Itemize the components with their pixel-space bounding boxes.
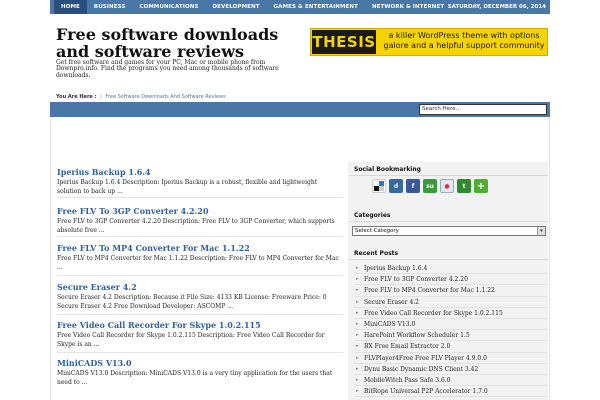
post-divider [57,314,343,315]
facebook-icon[interactable]: f [406,179,420,193]
bullet-icon: ▸ [356,276,359,283]
recent-post-item[interactable]: ▸ FLVPlayer4Free Free FLV Player 4.9.0.0 [354,353,546,364]
post-excerpt: Free FLV to MP4 Converter for Mac 1.1.22… [57,255,339,271]
social-bookmarking-heading: Social Bookmarking [354,166,421,173]
recent-posts-list: ▸ Iperius Backup 1.6.4 ▸ Free FLV to 3GP C… [354,263,546,398]
recent-posts-heading: Recent Posts [354,250,399,257]
recent-post-item[interactable]: ▸ Free FLV to 3GP Converter 4.2.20 [354,274,546,286]
sidebar-divider [350,221,548,222]
post-divider [57,275,343,276]
bullet-icon: ▸ [356,309,359,316]
recent-post-link[interactable]: Free FLV to 3GP Converter 4.2.20 [364,276,468,283]
post-title[interactable]: MiniCADS V13.0 [57,358,343,368]
post-title[interactable]: Free FLV To MP4 Converter For Mac 1.1.22 [57,243,343,253]
post-title[interactable]: Secure Eraser 4.2 [57,282,343,292]
recent-post-link[interactable]: Free Video Call Recorder for Skype 1.0.2… [364,310,503,317]
post-divider [57,236,343,237]
post-item: MiniCADS V13.0 MiniCADS V13.0 Descriptio… [57,358,343,387]
search-input[interactable]: Search Here... [419,104,547,115]
post-excerpt: Secure Eraser 4.2 Description: Because i… [57,294,327,310]
post-excerpt: MiniCADS V13.0 Description: MiniCADS V13… [57,370,333,386]
bullet-icon: ▸ [356,343,359,350]
bullet-icon: ▸ [356,388,359,395]
social-icons-row: d f su ● t + [372,179,491,193]
nav-games-entertainment[interactable]: GAMES & ENTERTAINMENT [267,0,365,14]
recent-post-link[interactable]: FLVPlayer4Free Free FLV Player 4.9.0.0 [364,355,487,362]
nav-development[interactable]: DEVELOPMENT [206,0,267,14]
post-item: Iperius Backup 1.6.4 Iperius Backup 1.6.… [57,167,343,196]
recent-post-link[interactable]: Dynu Basic Dynamic DNS Client 3.42 [364,366,478,373]
post-item: Free FLV To 3GP Converter 4.2.20 Free FL… [57,206,343,235]
recent-post-link[interactable]: BX Free Email Extractor 2.0 [364,343,450,350]
recent-post-item[interactable]: ▸ Free FLV to MP4 Converter for Mac 1.1.2… [354,285,546,297]
search-bar: Search Here... [50,102,550,117]
sidebar-divider [350,259,548,260]
recent-post-item[interactable]: ▸ MiniCADS V13.0 [354,319,546,331]
delicious-icon[interactable] [372,179,386,193]
bullet-icon: ▸ [356,265,359,271]
recent-post-link[interactable]: Free FLV to MP4 Converter for Mac 1.1.22 [364,287,495,294]
top-nav-bar: HOME BUSINESS COMMUNICATIONS DEVELOPMENT… [50,0,550,14]
banner-brand: THESIS [312,30,376,54]
recent-post-item[interactable]: ▸ HarePoint Workflow Scheduler 1.5 [354,330,546,342]
recent-post-item[interactable]: ▸ Iperius Backup 1.6.4 [354,263,546,275]
post-title[interactable]: Free FLV To 3GP Converter 4.2.20 [57,206,343,216]
thesis-banner-ad[interactable]: THESIS a killer WordPress theme with opt… [310,28,548,56]
breadcrumb-home-link[interactable]: Free Software Downloads And Software Rev… [105,94,225,100]
breadcrumb-label: You Are Here : [56,94,97,100]
bullet-icon: ▸ [356,320,359,327]
breadcrumb: You Are Here : | Free Software Downloads… [56,94,226,100]
banner-text: a killer WordPress theme with options ga… [383,31,545,50]
post-excerpt: Free FLV to 3GP Converter 4.2.20 Descrip… [57,218,335,234]
recent-post-link[interactable]: MiniCADS V13.0 [364,321,415,328]
category-select[interactable]: Select Category ▾ [352,226,546,236]
post-excerpt: Iperius Backup 1.6.4 Description: Iperiu… [57,179,318,195]
post-divider [57,352,343,353]
bullet-icon: ▸ [356,376,359,383]
recent-post-link[interactable]: MobileWitch Pass Safe 3.6.0 [364,377,451,384]
sidebar-divider [350,175,548,176]
bullet-icon: ▸ [356,298,359,305]
post-item: Free FLV To MP4 Converter For Mac 1.1.22… [57,243,343,272]
recent-post-item[interactable]: ▸ BitRope Universal P2P Accelerator 1.7.0 [354,386,546,398]
chevron-down-icon[interactable]: ▾ [537,227,545,235]
recent-post-item[interactable]: ▸ Dynu Basic Dynamic DNS Client 3.42 [354,364,546,375]
post-title[interactable]: Iperius Backup 1.6.4 [57,167,343,177]
digg-icon[interactable]: d [389,179,403,193]
recent-post-link[interactable]: Iperius Backup 1.6.4 [364,265,427,272]
current-date: SATURDAY, DECEMBER 06, 2014 [447,4,546,10]
recent-post-item[interactable]: ▸ MobileWitch Pass Safe 3.6.0 [354,375,546,387]
nav-home[interactable]: HOME [54,0,87,14]
bullet-icon: ▸ [356,332,359,339]
technorati-icon[interactable]: t [457,179,471,193]
nav-communications[interactable]: COMMUNICATIONS [132,0,205,14]
post-divider [57,197,343,198]
recent-post-link[interactable]: Secure Eraser 4.2 [364,299,419,306]
bullet-icon: ▸ [356,354,359,361]
share-icon[interactable]: + [474,179,488,193]
bullet-icon: ▸ [356,287,359,294]
recent-post-item[interactable]: ▸ Free Video Call Recorder for Skype 1.0.… [354,308,546,319]
post-excerpt: Free Video Call Recorder for Skype 1.0.2… [57,332,325,348]
post-item: Free Video Call Recorder For Skype 1.0.2… [57,320,343,349]
recent-post-link[interactable]: HarePoint Workflow Scheduler 1.5 [364,332,470,339]
category-select-value: Select Category [355,228,399,234]
reddit-icon[interactable]: ● [440,179,454,193]
categories-heading: Categories [354,212,391,219]
breadcrumb-separator: | [100,94,102,100]
post-item: Secure Eraser 4.2 Secure Eraser 4.2 Desc… [57,282,343,311]
recent-post-link[interactable]: BitRope Universal P2P Accelerator 1.7.0 [364,388,488,395]
post-title[interactable]: Free Video Call Recorder For Skype 1.0.2… [57,320,343,330]
site-title[interactable]: Free software downloads and software rev… [56,26,316,60]
top-nav: HOME BUSINESS COMMUNICATIONS DEVELOPMENT… [54,0,451,14]
nav-network-internet[interactable]: NETWORK & INTERNET [365,0,451,14]
recent-post-item[interactable]: ▸ BX Free Email Extractor 2.0 [354,341,546,353]
site-description: Get free software and games for your PC,… [56,59,279,79]
nav-business[interactable]: BUSINESS [87,0,133,14]
stumbleupon-icon[interactable]: su [423,179,437,193]
recent-post-item[interactable]: ▸ Secure Eraser 4.2 [354,297,546,308]
bullet-icon: ▸ [356,365,359,372]
